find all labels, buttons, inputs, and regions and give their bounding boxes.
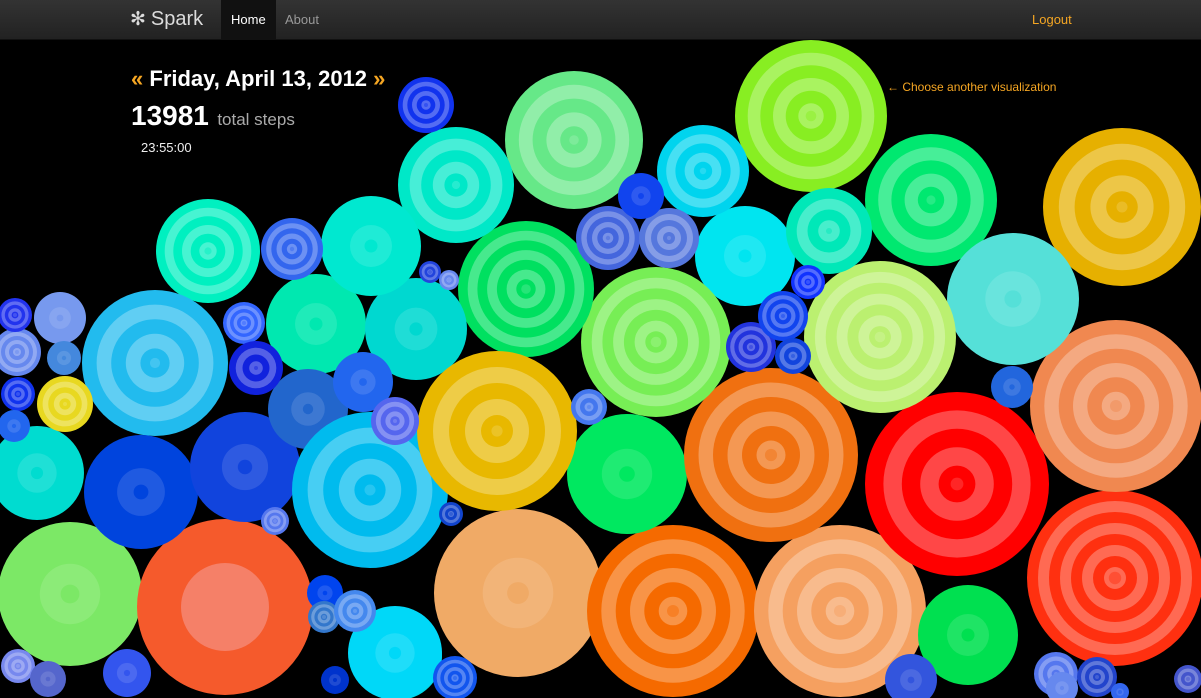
step-bubble [37,376,93,432]
nav-about-link[interactable]: About [275,0,329,40]
next-day-arrow[interactable]: » [373,66,385,91]
step-bubble [0,298,32,332]
step-bubble [775,338,811,374]
date-navigator: « Friday, April 13, 2012 » [131,66,385,92]
step-bubble [137,519,313,695]
time-readout: 23:55:00 [141,140,192,155]
step-bubble [34,292,86,344]
step-bubble [439,270,459,290]
step-bubble [229,341,283,395]
step-bubble [261,218,323,280]
total-steps: 13981 total steps [131,100,295,132]
step-bubble [82,290,228,436]
logout-link[interactable]: Logout [1022,0,1082,40]
step-bubble [433,656,477,698]
step-bubble [804,261,956,413]
step-bubble [1174,665,1201,693]
brand-name: Spark [150,8,204,30]
step-bubble [1027,490,1201,666]
top-navbar: ✻ Spark Home About Logout [0,0,1201,40]
step-bubble [786,188,872,274]
step-bubble [334,590,376,632]
step-bubble [1077,657,1117,697]
nav-home-link[interactable]: Home [221,0,276,40]
step-bubble [735,40,887,192]
step-bubble [371,397,419,445]
step-bubble [419,261,441,283]
step-bubble [434,509,602,677]
step-bubble [321,666,349,694]
step-bubble [567,414,687,534]
step-bubble [791,265,825,299]
spark-asterisk-icon: ✻ [130,9,146,30]
step-bubble [571,389,607,425]
step-bubble [156,199,260,303]
step-bubble [1,377,35,411]
step-bubble [103,649,151,697]
step-bubble [587,525,759,697]
step-bubble [1,649,35,683]
step-bubble [47,341,81,375]
step-bubble [865,392,1049,576]
step-bubble [581,267,731,417]
step-bubble [30,661,66,697]
choose-visualization-link[interactable]: ← Choose another visualization [887,80,1056,94]
brand-logo[interactable]: ✻ Spark [130,0,203,40]
steps-count: 13981 [131,100,209,131]
step-bubble [439,502,463,526]
step-bubble [261,507,289,535]
step-bubble [223,302,265,344]
step-bubble [458,221,594,357]
step-bubble-visualization [0,40,1201,698]
step-bubble [0,328,41,376]
step-bubble [321,196,421,296]
previous-day-arrow[interactable]: « [131,66,143,91]
step-bubble [758,291,808,341]
step-bubble [657,125,749,217]
step-bubble [991,366,1033,408]
step-bubble [84,435,198,549]
step-bubble [398,77,454,133]
steps-label: total steps [217,110,295,129]
step-bubble [947,233,1079,365]
current-date: Friday, April 13, 2012 [149,66,368,91]
step-bubble [618,173,664,219]
step-bubble [417,351,577,511]
